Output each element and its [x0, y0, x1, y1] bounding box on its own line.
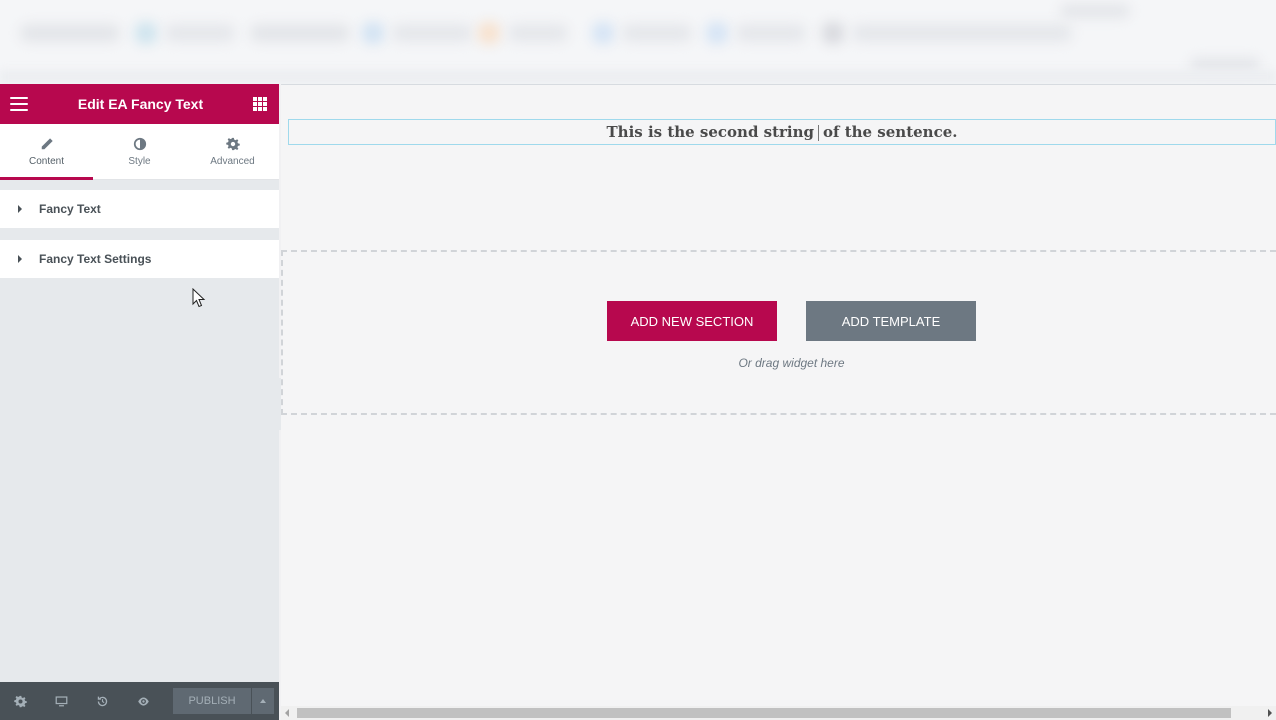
mouse-cursor-icon	[192, 288, 206, 308]
blurred-block	[508, 24, 568, 42]
tab-content[interactable]: Content	[0, 124, 93, 180]
caret-right-icon	[18, 205, 22, 213]
add-template-button[interactable]: ADD TEMPLATE	[806, 301, 976, 341]
blurred-block	[1060, 4, 1130, 18]
blurred-block	[135, 22, 157, 44]
section-fancy-text-label: Fancy Text	[39, 202, 101, 216]
panel-footer: PUBLISH	[0, 682, 279, 720]
tab-style[interactable]: Style	[93, 124, 186, 179]
section-fancy-text[interactable]: Fancy Text	[0, 190, 279, 228]
gear-icon	[225, 137, 240, 150]
blurred-block	[362, 22, 384, 44]
preview-canvas: This is the second string of the sentence…	[281, 84, 1276, 706]
blurred-block	[165, 24, 235, 42]
tab-content-label: Content	[28, 155, 65, 167]
fancy-text-widget[interactable]: This is the second string of the sentence…	[288, 119, 1276, 145]
history-icon[interactable]	[92, 691, 112, 711]
contrast-icon	[133, 137, 146, 150]
caret-up-icon	[260, 699, 266, 703]
menu-icon[interactable]	[10, 97, 28, 111]
publish-button[interactable]: PUBLISH	[173, 688, 251, 714]
panel-title: Edit EA Fancy Text	[77, 96, 204, 112]
widgets-grid-icon[interactable]	[253, 97, 267, 111]
blurred-block	[622, 24, 692, 42]
blurred-block	[852, 24, 1072, 42]
blurred-block	[706, 22, 728, 44]
section-fancy-text-settings-label: Fancy Text Settings	[39, 252, 152, 266]
tab-style-label: Style	[128, 155, 151, 167]
typing-cursor	[818, 125, 820, 141]
blurred-block	[592, 22, 614, 44]
fancy-text-content: This is the second string of the sentence…	[606, 123, 958, 141]
horizontal-scrollbar[interactable]	[281, 706, 1276, 720]
blurred-block	[392, 24, 472, 42]
caret-right-icon	[18, 255, 22, 263]
editor-panel: Edit EA Fancy Text Content Style Advance…	[0, 84, 279, 720]
fancy-text-before: This is the second string	[606, 123, 815, 141]
fancy-text-after: of the sentence.	[823, 123, 958, 141]
blurred-block	[822, 22, 844, 44]
publish-options-button[interactable]	[252, 688, 274, 714]
add-section-dropzone	[281, 250, 1276, 415]
tab-advanced[interactable]: Advanced	[186, 124, 279, 179]
blurred-block	[20, 24, 120, 42]
tab-advanced-label: Advanced	[210, 155, 255, 167]
pencil-icon	[41, 137, 53, 149]
scrollbar-thumb[interactable]	[297, 708, 1231, 718]
scroll-left-icon[interactable]	[285, 709, 289, 717]
settings-icon[interactable]	[10, 691, 30, 711]
blurred-block	[250, 24, 350, 42]
add-new-section-button[interactable]: ADD NEW SECTION	[607, 301, 777, 341]
panel-header: Edit EA Fancy Text	[0, 84, 279, 124]
responsive-icon[interactable]	[51, 691, 71, 711]
scroll-right-icon[interactable]	[1268, 709, 1272, 717]
blurred-block	[736, 24, 806, 42]
blurred-bar	[0, 70, 1276, 84]
drag-widget-hint: Or drag widget here	[738, 356, 845, 370]
browser-chrome-blurred	[0, 0, 1276, 84]
section-fancy-text-settings[interactable]: Fancy Text Settings	[0, 240, 279, 278]
panel-tabs: Content Style Advanced	[0, 124, 279, 180]
preview-icon[interactable]	[133, 691, 153, 711]
blurred-block	[478, 22, 500, 44]
